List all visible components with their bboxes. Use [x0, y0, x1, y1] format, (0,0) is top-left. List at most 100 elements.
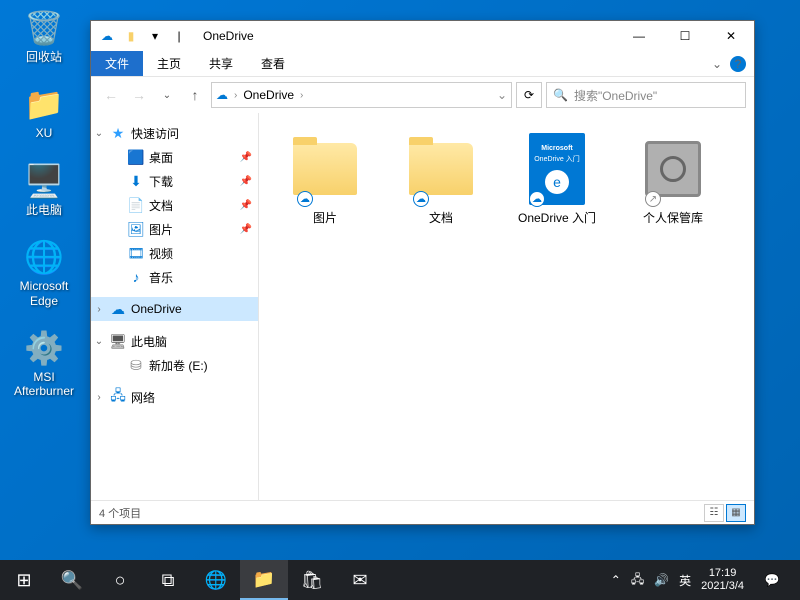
pictures-icon: 🖼: [127, 221, 145, 238]
desktop-icon-label: 此电脑: [26, 203, 62, 217]
nav-this-pc[interactable]: ⌄ 🖥 此电脑: [91, 329, 258, 353]
nav-item-label: 图片: [149, 221, 173, 238]
taskbar-search[interactable]: 🔍: [48, 560, 96, 600]
videos-icon: 🎞: [127, 245, 145, 262]
taskbar-edge[interactable]: 🌐: [192, 560, 240, 600]
volume-icon[interactable]: 🔊: [654, 573, 669, 587]
xu-folder-icon: 📁: [24, 84, 64, 124]
tab-share[interactable]: 共享: [195, 51, 247, 76]
ime-indicator[interactable]: 英: [679, 572, 691, 589]
desktop-icon-msi-afterburner[interactable]: ⚙️MSI Afterburner: [8, 328, 80, 399]
refresh-button[interactable]: ⟳: [516, 82, 542, 108]
collapse-icon[interactable]: ⌄: [93, 128, 105, 139]
desktop: 🗑️回收站 📁 XU 🖥️此电脑 🌐Microsoft Edge ⚙️MSI Afterb…: [0, 0, 800, 600]
breadcrumb[interactable]: OneDrive: [243, 88, 294, 102]
window-title: OneDrive: [195, 29, 616, 43]
nav-quick-access[interactable]: ⌄ ★ 快速访问: [91, 121, 258, 145]
folder-icon: [293, 143, 357, 195]
system-tray: ⌃ 🖧 🔊 英 17:19 2021/3/4 💬: [601, 560, 800, 600]
qat-save-icon[interactable]: ▾: [145, 26, 165, 46]
taskbar-task-view[interactable]: ⧉: [144, 560, 192, 600]
up-button[interactable]: ↑: [183, 83, 207, 107]
pin-icon: 📌: [240, 176, 252, 187]
edge-icon: 🌐: [24, 237, 64, 277]
cloud-sync-icon: ☁: [297, 191, 313, 207]
desktop-icon-edge[interactable]: 🌐Microsoft Edge: [8, 237, 80, 308]
nav-quick-music[interactable]: ♪音乐: [109, 265, 258, 289]
tab-file[interactable]: 文件: [91, 51, 143, 76]
onedrive-icon: ☁: [97, 26, 117, 46]
cloud-sync-icon: ☁: [413, 191, 429, 207]
search-placeholder: 搜索"OneDrive": [574, 87, 657, 104]
nav-network[interactable]: › 🖧 网络: [91, 385, 258, 409]
item-getting-started[interactable]: MicrosoftOneDrive 入门e☁OneDrive 入门: [507, 129, 607, 231]
tray-overflow-icon[interactable]: ⌃: [611, 573, 621, 587]
help-icon[interactable]: ?: [730, 56, 746, 72]
desktop-icon: 🟦: [127, 149, 145, 166]
item-pictures[interactable]: ☁图片: [275, 129, 375, 231]
pin-icon: 📌: [240, 152, 252, 163]
expand-icon[interactable]: ›: [93, 304, 105, 315]
nav-item-label: 音乐: [149, 269, 173, 286]
ribbon-tabs: 文件 主页 共享 查看 ⌄ ?: [91, 51, 754, 77]
chevron-right-icon: ›: [300, 90, 303, 101]
back-button[interactable]: ←: [99, 83, 123, 107]
desktop-icon-xu-folder[interactable]: 📁 XU: [8, 84, 80, 140]
details-view-button[interactable]: ☷: [704, 504, 724, 522]
collapse-icon[interactable]: ⌄: [93, 336, 105, 347]
network-icon[interactable]: 🖧: [631, 570, 644, 591]
nav-item-label: 桌面: [149, 149, 173, 166]
tab-view[interactable]: 查看: [247, 51, 299, 76]
nav-volume-e[interactable]: ⛁ 新加卷 (E:): [109, 353, 258, 377]
tab-home[interactable]: 主页: [143, 51, 195, 76]
taskbar-start[interactable]: ⊞: [0, 560, 48, 600]
nav-quick-pictures[interactable]: 🖼图片 📌: [109, 217, 258, 241]
item-documents[interactable]: ☁文档: [391, 129, 491, 231]
action-center-icon[interactable]: 💬: [754, 560, 790, 600]
expand-icon[interactable]: ›: [93, 392, 105, 403]
nav-quick-documents[interactable]: 📄文档📌: [109, 193, 258, 217]
taskbar-cortana[interactable]: ○: [96, 560, 144, 600]
desktop-icon-label: MSI Afterburner: [8, 370, 80, 399]
search-input[interactable]: 🔍 搜索"OneDrive": [546, 82, 746, 108]
pin-icon: 📌: [240, 224, 252, 235]
taskbar-store[interactable]: 🛍: [288, 560, 336, 600]
icons-view-button[interactable]: ▦: [726, 504, 746, 522]
address-dropdown-icon[interactable]: ⌄: [497, 88, 507, 102]
close-button[interactable]: ✕: [708, 21, 754, 51]
forward-button[interactable]: →: [127, 83, 151, 107]
address-bar[interactable]: ☁ › OneDrive › ⌄: [211, 82, 512, 108]
nav-quick-desktop[interactable]: 🟦桌面 📌: [109, 145, 258, 169]
desktop-icon-label: XU: [36, 126, 53, 140]
item-label: 个人保管库: [643, 211, 703, 227]
documents-icon: 📄: [127, 197, 145, 214]
taskbar-mail[interactable]: ✉: [336, 560, 384, 600]
pin-icon: 📌: [240, 200, 252, 211]
taskbar: ⊞🔍○⧉🌐📁🛍✉ ⌃ 🖧 🔊 英 17:19 2021/3/4 💬: [0, 560, 800, 600]
qat-separator: |: [169, 26, 189, 46]
folder-icon: [409, 143, 473, 195]
nav-quick-videos[interactable]: 🎞视频: [109, 241, 258, 265]
clock[interactable]: 17:19 2021/3/4: [701, 567, 744, 593]
ribbon-expand-icon[interactable]: ⌄: [712, 57, 722, 71]
item-label: 图片: [313, 211, 337, 227]
onedrive-icon: ☁: [216, 88, 228, 102]
item-label: OneDrive 入门: [518, 211, 596, 227]
shortcut-icon: ↗: [645, 191, 661, 207]
item-personal-vault[interactable]: ↗ 个人保管库: [623, 129, 723, 231]
desktop-icon-this-pc[interactable]: 🖥️此电脑: [8, 161, 80, 217]
titlebar: ☁ ▮ ▾ | OneDrive — ☐ ✕: [91, 21, 754, 51]
desktop-icon-recycle-bin[interactable]: 🗑️回收站: [8, 8, 80, 64]
nav-item-label: 下载: [149, 173, 173, 190]
nav-quick-downloads[interactable]: ⬇下载📌: [109, 169, 258, 193]
nav-onedrive[interactable]: › ☁ OneDrive: [91, 297, 258, 321]
search-icon: 🔍: [553, 88, 568, 102]
recent-locations-button[interactable]: ⌄: [155, 83, 179, 107]
drive-icon: ⛁: [127, 357, 145, 374]
item-count: 4 个项目: [99, 505, 141, 521]
minimize-button[interactable]: —: [616, 21, 662, 51]
taskbar-explorer[interactable]: 📁: [240, 560, 288, 600]
computer-icon: 🖥: [109, 333, 127, 350]
maximize-button[interactable]: ☐: [662, 21, 708, 51]
content-area[interactable]: ☁图片☁文档MicrosoftOneDrive 入门e☁OneDrive 入门↗…: [259, 113, 754, 500]
